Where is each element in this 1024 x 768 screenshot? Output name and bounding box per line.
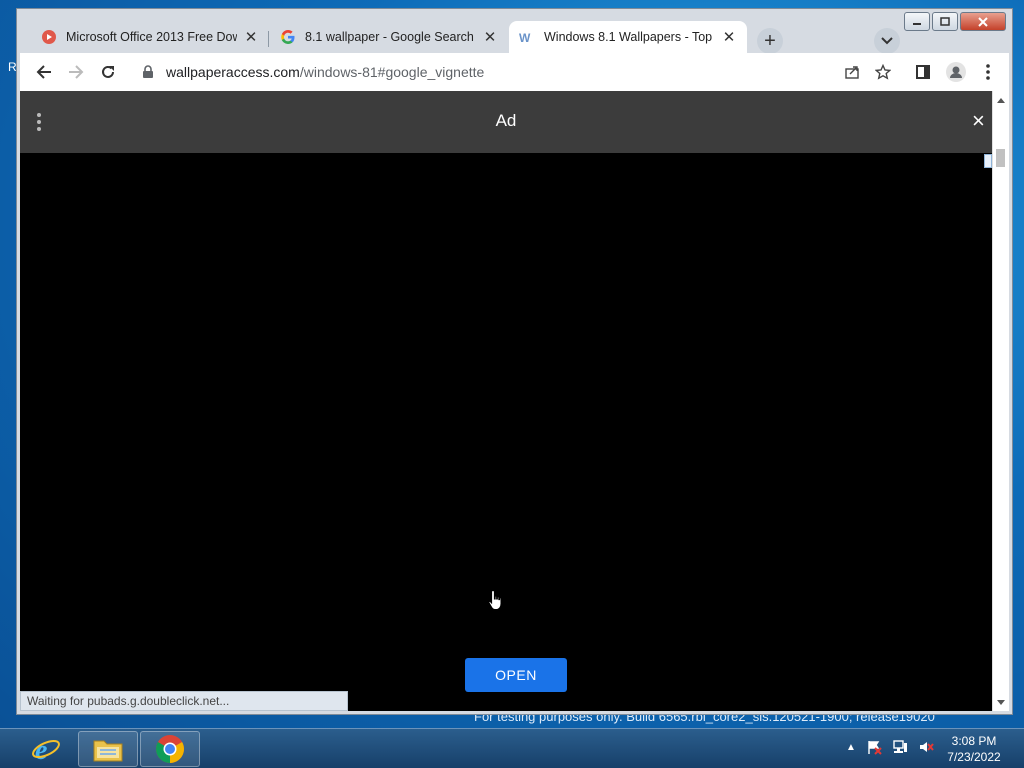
forward-arrow-icon	[69, 65, 84, 79]
star-icon	[875, 64, 891, 80]
adchoices-icon[interactable]	[984, 154, 992, 168]
page-content: Ad × OPEN Waiting for pubads.g.doublecli…	[20, 91, 992, 711]
new-tab-button[interactable]: +	[757, 28, 783, 54]
office-icon	[41, 29, 57, 45]
internet-explorer-icon: e	[32, 735, 60, 764]
folder-icon	[93, 740, 123, 762]
chrome-window: Microsoft Office 2013 Free Down ✕ 8.1 wa…	[16, 8, 1013, 715]
network-icon[interactable]	[892, 739, 908, 755]
lock-icon[interactable]	[142, 65, 154, 79]
ie-taskbar-button[interactable]: e	[24, 731, 68, 767]
tab-wallpaperaccess[interactable]: W Windows 8.1 Wallpapers - Top Fr ✕	[509, 21, 747, 53]
hand-cursor-icon	[488, 589, 502, 610]
ad-close-button[interactable]: ×	[972, 109, 992, 133]
tab-search-button[interactable]	[874, 28, 900, 54]
url-text: wallpaperaccess.com/windows-81#google_vi…	[166, 64, 484, 80]
side-panel-button[interactable]	[911, 60, 935, 84]
tab-separator	[268, 31, 269, 47]
back-arrow-icon	[36, 65, 51, 79]
plus-icon: +	[764, 29, 776, 52]
browser-toolbar: wallpaperaccess.com/windows-81#google_vi…	[20, 53, 1009, 91]
clock-date: 7/23/2022	[947, 750, 1001, 764]
forward-button[interactable]	[64, 60, 88, 84]
profile-button[interactable]	[944, 60, 968, 84]
url-domain: wallpaperaccess.com	[166, 64, 300, 80]
tab-google-search[interactable]: 8.1 wallpaper - Google Search ✕	[270, 21, 508, 53]
wallpaperaccess-icon: W	[519, 29, 535, 45]
tab-title: 8.1 wallpaper - Google Search	[305, 30, 474, 44]
side-panel-icon	[916, 65, 930, 79]
reload-icon	[102, 65, 114, 78]
ad-title: Ad	[495, 111, 517, 130]
tab-close-icon[interactable]: ✕	[482, 29, 498, 46]
tab-close-icon[interactable]: ✕	[721, 29, 737, 46]
vertical-scrollbar[interactable]	[992, 91, 1009, 711]
taskbar-clock[interactable]: 3:08 PM 7/23/2022	[930, 733, 1018, 765]
google-icon	[280, 29, 296, 45]
chevron-down-icon	[881, 37, 893, 45]
chrome-taskbar-button[interactable]	[140, 731, 200, 767]
ad-open-button[interactable]: OPEN	[465, 658, 567, 692]
clock-time: 3:08 PM	[951, 734, 997, 748]
share-button[interactable]	[840, 60, 864, 84]
scroll-up-arrow[interactable]	[997, 98, 1005, 103]
status-bubble: Waiting for pubads.g.doubleclick.net...	[20, 691, 348, 711]
tab-title: Windows 8.1 Wallpapers - Top Fr	[544, 30, 715, 44]
chrome-icon	[156, 735, 184, 763]
action-center-flag-icon[interactable]	[866, 739, 882, 755]
reload-button[interactable]	[96, 60, 120, 84]
address-bar[interactable]: wallpaperaccess.com/windows-81#google_vi…	[132, 56, 884, 88]
explorer-taskbar-button[interactable]	[78, 731, 138, 767]
svg-text:W: W	[519, 31, 531, 45]
scroll-thumb[interactable]	[996, 149, 1005, 167]
scroll-down-arrow[interactable]	[997, 700, 1005, 705]
avatar-icon	[946, 62, 966, 82]
svg-text:e: e	[35, 735, 47, 764]
tab-close-icon[interactable]: ✕	[243, 29, 259, 46]
system-tray: ▲	[846, 739, 934, 755]
url-path: /windows-81#google_vignette	[299, 64, 485, 80]
share-icon	[845, 66, 859, 79]
bookmark-star-button[interactable]	[871, 60, 895, 84]
windows-taskbar: e ▲ 3:08 PM 7/23/2022	[0, 728, 1024, 768]
more-vert-icon	[986, 64, 990, 80]
back-button[interactable]	[32, 60, 56, 84]
ad-header-bar: Ad ×	[20, 91, 992, 153]
tab-office[interactable]: Microsoft Office 2013 Free Down ✕	[31, 21, 269, 53]
tab-strip: Microsoft Office 2013 Free Down ✕ 8.1 wa…	[17, 17, 1012, 54]
show-hidden-icons-icon[interactable]: ▲	[846, 742, 856, 753]
menu-button[interactable]	[976, 60, 1000, 84]
tab-title: Microsoft Office 2013 Free Down	[66, 30, 237, 44]
